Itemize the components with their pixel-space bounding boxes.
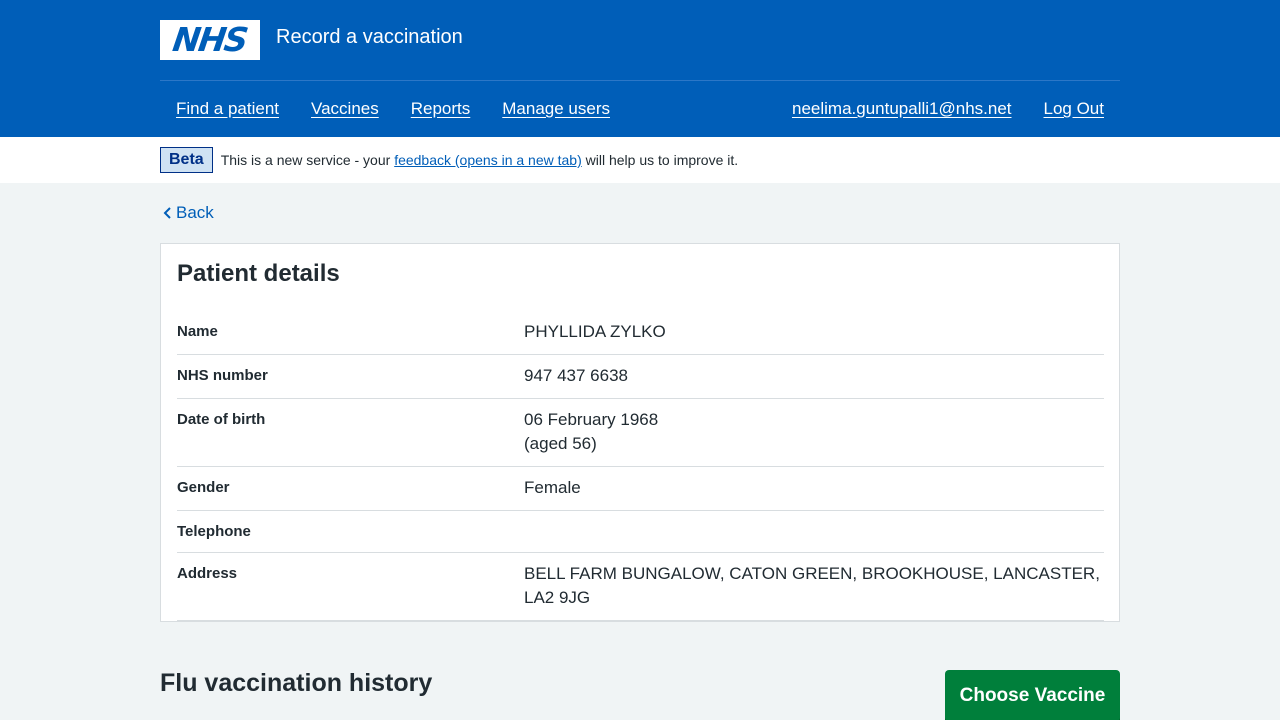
patient-telephone — [524, 520, 1104, 542]
summary-key: Telephone — [177, 523, 251, 540]
patient-age: (aged 56) — [524, 434, 597, 453]
summary-row-address: Address BELL FARM BUNGALOW, CATON GREEN,… — [177, 553, 1104, 621]
summary-key: Address — [177, 565, 238, 582]
chevron-left-icon — [163, 207, 171, 219]
summary-row-gender: Gender Female — [177, 467, 1104, 511]
beta-text-before: This is a new service - your — [220, 152, 395, 168]
beta-text-after: will help us to improve it. — [581, 152, 739, 168]
patient-summary-list: Name PHYLLIDA ZYLKO NHS number 947 437 6… — [177, 312, 1104, 621]
nav-user-email[interactable]: neelima.guntupalli1@nhs.net — [776, 83, 1028, 135]
summary-row-dob: Date of birth 06 February 1968 (aged 56) — [177, 399, 1104, 467]
summary-row-nhs-number: NHS number 947 437 6638 — [177, 355, 1104, 399]
patient-gender: Female — [524, 478, 581, 497]
nhs-logo-text: NHS — [170, 20, 250, 59]
beta-banner: Beta This is a new service - your feedba… — [0, 137, 1280, 183]
back-link[interactable]: Back — [160, 203, 214, 223]
flu-history-title: Flu vaccination history — [160, 669, 433, 697]
nav-manage-users[interactable]: Manage users — [486, 83, 626, 135]
choose-vaccine-button[interactable]: Choose Vaccine — [945, 670, 1120, 720]
beta-text: This is a new service - your feedback (o… — [221, 152, 738, 168]
summary-key: Name — [177, 323, 218, 340]
summary-key: Gender — [177, 479, 230, 496]
nav-reports[interactable]: Reports — [395, 83, 487, 135]
patient-details-card: Patient details Name PHYLLIDA ZYLKO NHS … — [160, 243, 1120, 622]
patient-address: BELL FARM BUNGALOW, CATON GREEN, BROOKHO… — [524, 564, 1100, 607]
back-label: Back — [176, 203, 214, 222]
main-nav: Find a patient Vaccines Reports Manage u… — [160, 81, 1120, 137]
summary-key: Date of birth — [177, 411, 266, 428]
patient-dob: 06 February 1968 (aged 56) — [524, 408, 1104, 456]
patient-dob-date: 06 February 1968 — [524, 410, 659, 429]
nav-log-out[interactable]: Log Out — [1028, 83, 1121, 135]
summary-key: NHS number — [177, 367, 268, 384]
patient-name: PHYLLIDA ZYLKO — [524, 322, 666, 341]
beta-tag: Beta — [160, 147, 213, 173]
patient-details-title: Patient details — [177, 260, 340, 287]
patient-nhs-number: 947 437 6638 — [524, 366, 628, 385]
nhs-logo[interactable]: NHS — [160, 20, 260, 60]
service-name[interactable]: Record a vaccination — [276, 25, 463, 49]
summary-row-telephone: Telephone — [177, 511, 1104, 553]
site-header: NHS Record a vaccination Find a patient … — [0, 0, 1280, 137]
feedback-link[interactable]: feedback (opens in a new tab) — [394, 152, 582, 168]
nav-vaccines[interactable]: Vaccines — [295, 83, 395, 135]
nav-find-patient[interactable]: Find a patient — [160, 83, 295, 135]
summary-row-name: Name PHYLLIDA ZYLKO — [177, 312, 1104, 355]
